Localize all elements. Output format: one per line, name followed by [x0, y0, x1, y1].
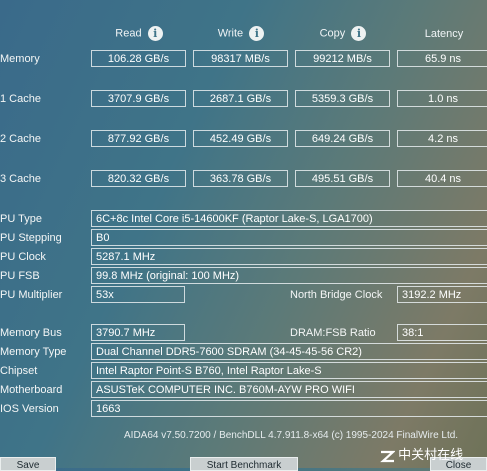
column-header-label: Read	[115, 27, 142, 40]
l1-read-value: 3707.9 GB/s	[91, 90, 186, 107]
bios-version-label: IOS Version	[0, 403, 59, 415]
row-label: 3 Cache	[0, 173, 41, 185]
version-footer: AIDA64 v7.50.7200 / BenchDLL 4.7.911.8-x…	[124, 430, 459, 441]
column-header-copy: Copy i	[296, 26, 390, 41]
nb-clock-label: North Bridge Clock	[290, 289, 383, 301]
bios-version-value: 1663	[91, 400, 487, 417]
row-label: 1 Cache	[0, 93, 41, 105]
l1-copy-value: 5359.3 GB/s	[295, 90, 390, 107]
column-header-label: Write	[217, 27, 244, 40]
l2-latency-value: 4.2 ns	[397, 130, 487, 147]
cpu-fsb-label: PU FSB	[0, 270, 40, 282]
dram-fsb-ratio-label: DRAM:FSB Ratio	[290, 327, 376, 339]
row-label: Memory	[0, 53, 40, 65]
motherboard-value: ASUSTeK COMPUTER INC. B760M-AYW PRO WIFI	[91, 381, 487, 398]
column-header-write: Write i	[194, 26, 288, 41]
cpu-fsb-value: 99.8 MHz (original: 100 MHz)	[91, 267, 487, 284]
column-header-read: Read i	[92, 26, 186, 41]
l3-copy-value: 495.51 GB/s	[295, 170, 390, 187]
info-icon[interactable]: i	[147, 26, 163, 41]
zol-watermark: 中关村在线	[380, 444, 463, 463]
memory-write-value: 98317 MB/s	[193, 50, 288, 67]
l3-latency-value: 40.4 ns	[397, 170, 487, 187]
info-icon[interactable]: i	[351, 26, 367, 41]
memory-bus-label: Memory Bus	[0, 327, 62, 339]
l3-read-value: 820.32 GB/s	[91, 170, 186, 187]
l3-write-value: 363.78 GB/s	[193, 170, 288, 187]
save-button[interactable]: Save	[0, 457, 56, 471]
cpu-stepping-value: B0	[91, 229, 487, 246]
watermark-text: 中关村在线	[398, 447, 464, 462]
zol-logo-icon	[380, 450, 396, 462]
memory-type-value: Dual Channel DDR5-7600 SDRAM (34-45-45-5…	[91, 343, 487, 360]
nb-clock-value: 3192.2 MHz	[397, 286, 487, 303]
l2-copy-value: 649.24 GB/s	[295, 130, 390, 147]
cpu-clock-value: 5287.1 MHz	[91, 248, 487, 265]
cpu-clock-label: PU Clock	[0, 251, 46, 263]
l2-read-value: 877.92 GB/s	[91, 130, 186, 147]
l1-latency-value: 1.0 ns	[397, 90, 487, 107]
column-header-label: Latency	[424, 28, 464, 40]
memory-bus-value: 3790.7 MHz	[91, 324, 185, 341]
aida64-cache-memory-benchmark: { "columns": [ {"label": "Read", "has_in…	[0, 0, 487, 471]
dram-fsb-ratio-value: 38:1	[397, 324, 487, 341]
info-icon[interactable]: i	[249, 26, 265, 41]
cpu-type-label: PU Type	[0, 213, 42, 225]
memory-read-value: 106.28 GB/s	[91, 50, 186, 67]
cpu-multiplier-label: PU Multiplier	[0, 289, 63, 301]
memory-copy-value: 99212 MB/s	[295, 50, 390, 67]
column-header-label: Copy	[319, 27, 346, 40]
cpu-type-value: 6C+8c Intel Core i5-14600KF (Raptor Lake…	[91, 210, 487, 227]
column-header-latency: Latency	[398, 28, 487, 40]
memory-type-label: Memory Type	[0, 346, 67, 358]
motherboard-label: Motherboard	[0, 384, 63, 396]
l1-write-value: 2687.1 GB/s	[193, 90, 288, 107]
cpu-stepping-label: PU Stepping	[0, 232, 62, 244]
start-benchmark-button[interactable]: Start Benchmark	[190, 457, 298, 471]
chipset-label: Chipset	[0, 365, 38, 377]
memory-latency-value: 65.9 ns	[397, 50, 487, 67]
chipset-value: Intel Raptor Point-S B760, Intel Raptor …	[91, 362, 487, 379]
row-label: 2 Cache	[0, 133, 41, 145]
cpu-multiplier-value: 53x	[91, 286, 185, 303]
l2-write-value: 452.49 GB/s	[193, 130, 288, 147]
